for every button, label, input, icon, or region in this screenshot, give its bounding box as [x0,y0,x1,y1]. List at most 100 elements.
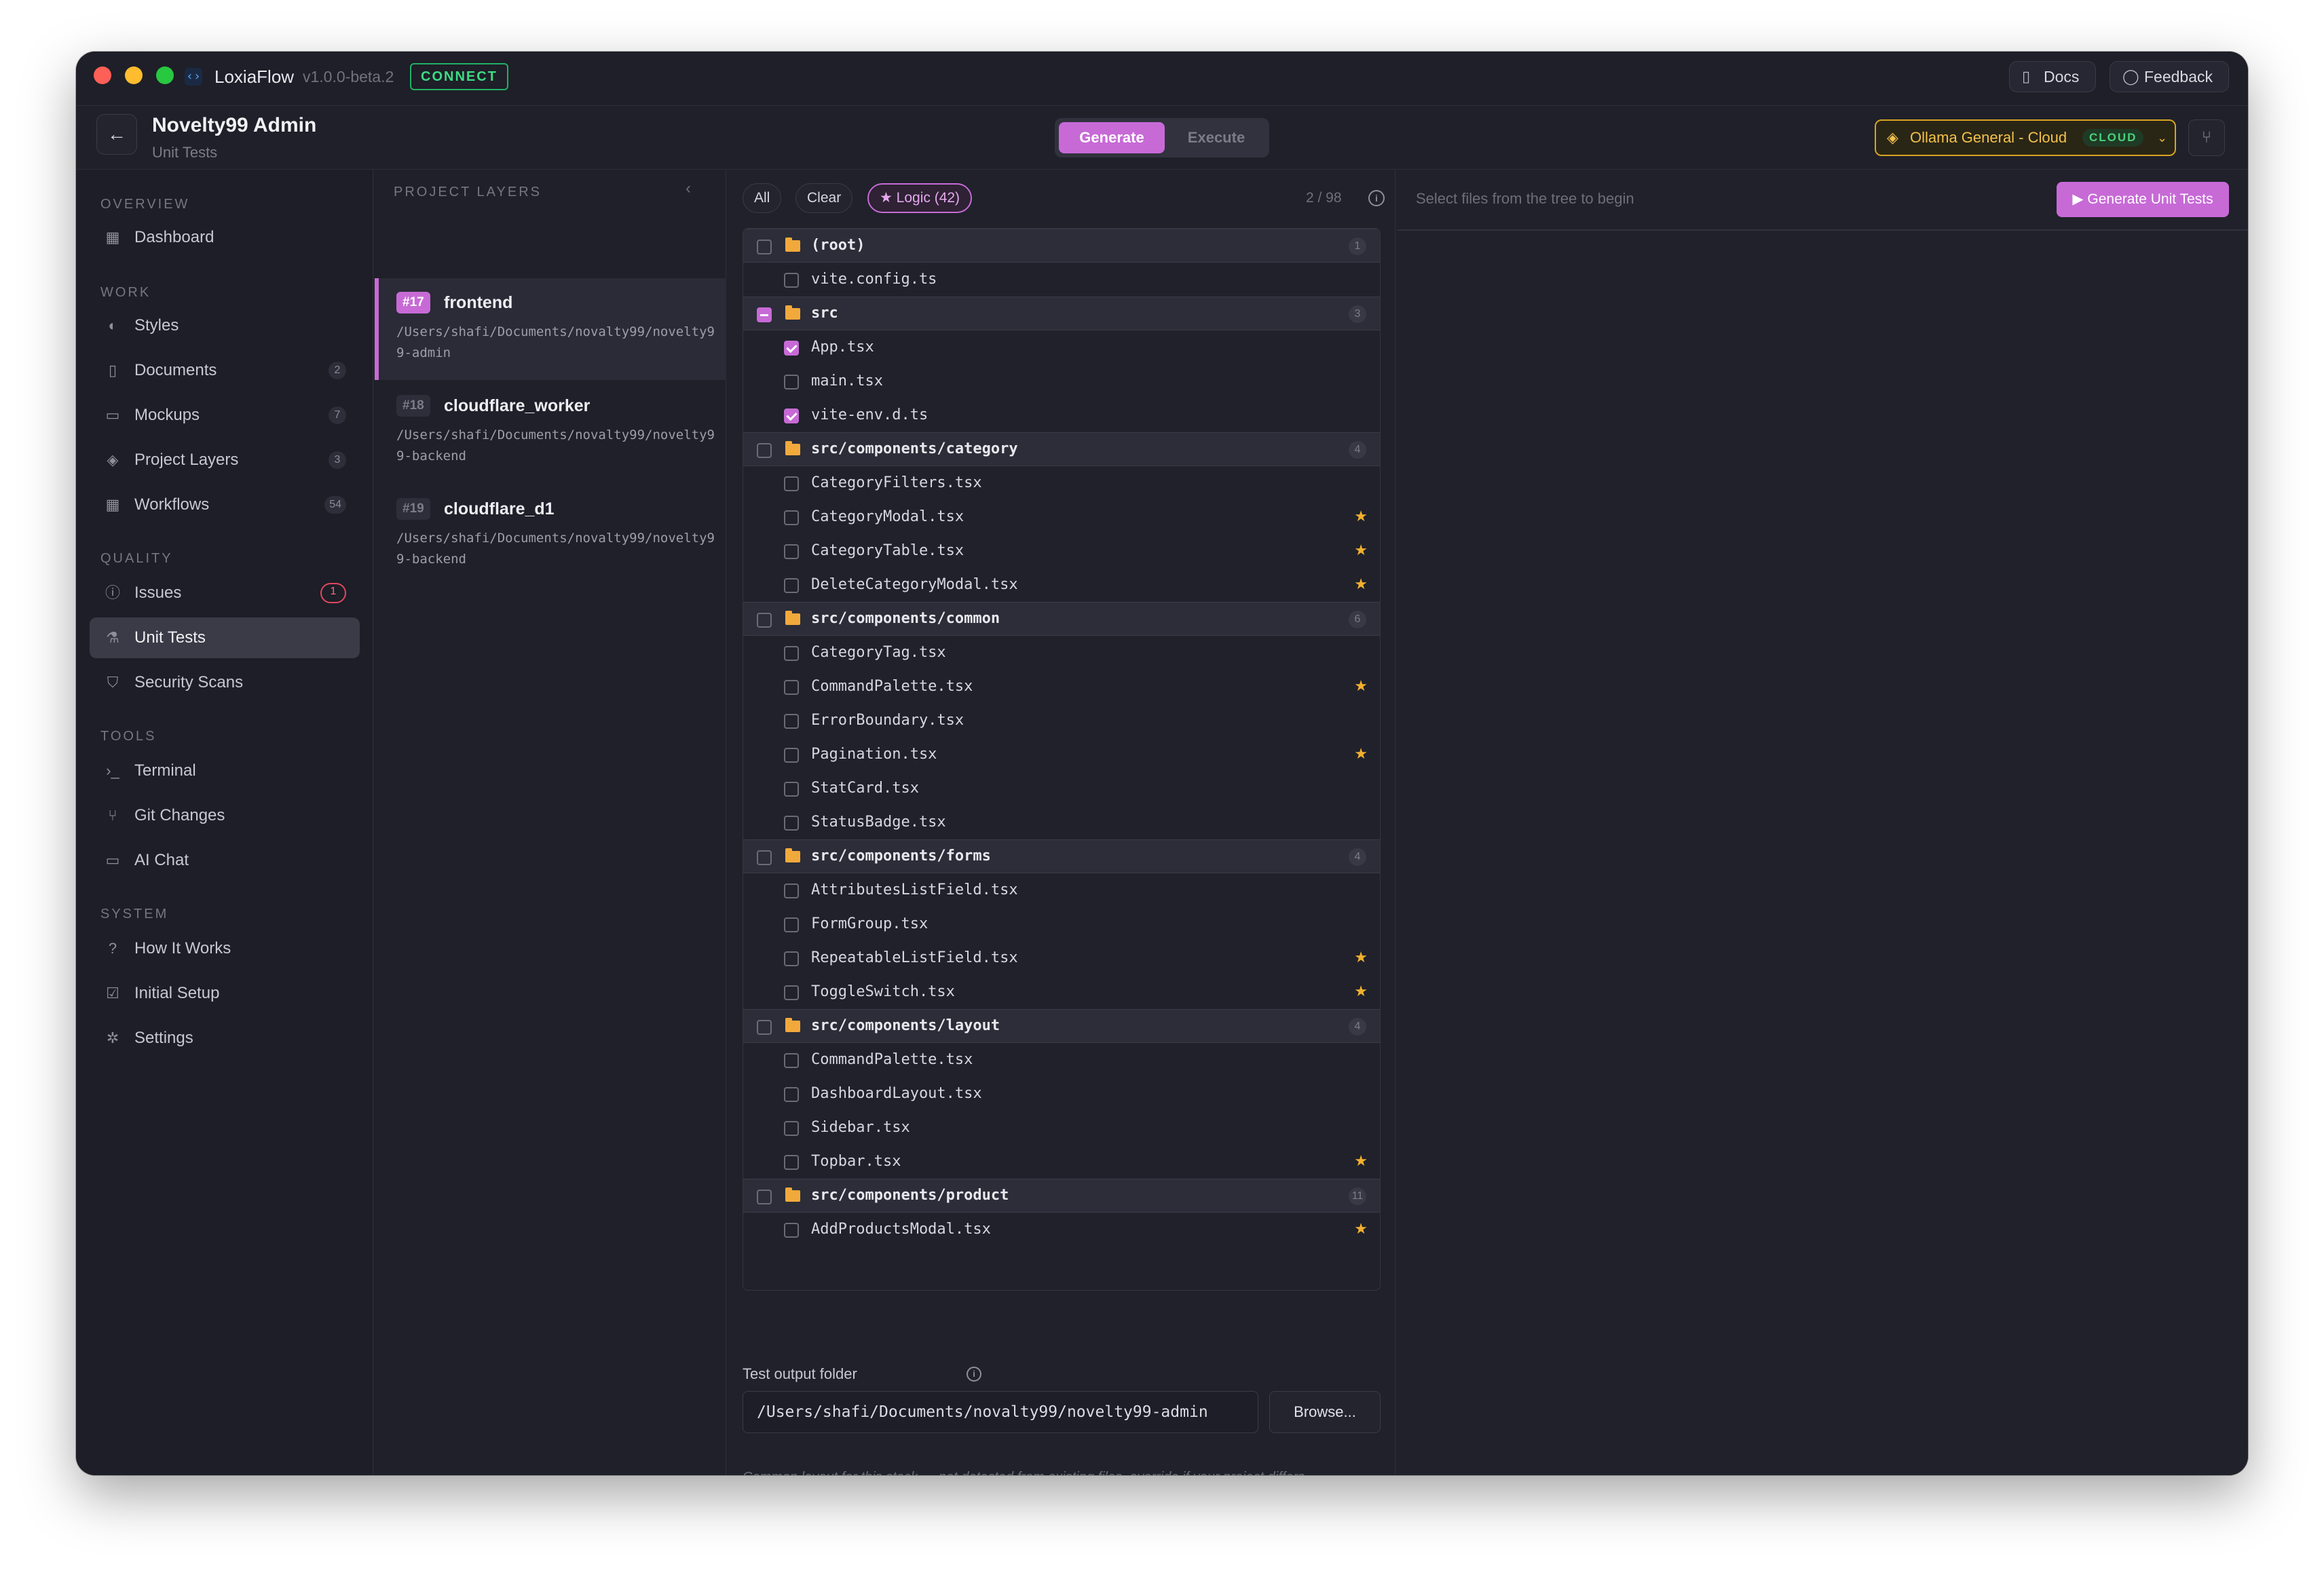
tree-file-row[interactable]: CategoryModal.tsx ★ [743,500,1380,534]
tree-folder-row[interactable]: src 3 [743,297,1380,330]
tree-file-row[interactable]: AddProductsModal.tsx ★ [743,1213,1380,1247]
checkbox[interactable] [784,578,799,593]
git-branch-button[interactable]: ⑂ [2188,119,2225,156]
tree-file-row[interactable]: Pagination.tsx ★ [743,738,1380,772]
checkbox[interactable] [757,307,772,322]
checkbox[interactable] [784,985,799,1000]
sidebar-item-workflows[interactable]: ▦ Workflows 54 [90,484,360,525]
sidebar-item-unit-tests[interactable]: ⚗ Unit Tests [90,618,360,658]
minimize-window-button[interactable] [125,66,143,84]
checkbox[interactable] [784,375,799,390]
checkbox[interactable] [757,240,772,254]
tree-file-row[interactable]: App.tsx [743,330,1380,364]
model-select[interactable]: ◈ Ollama General - Cloud CLOUD ⌄ [1875,119,2176,156]
tree-file-row[interactable]: DeleteCategoryModal.tsx ★ [743,568,1380,602]
tree-file-row[interactable]: vite.config.ts [743,263,1380,297]
sidebar-item-how-it-works[interactable]: ? How It Works [90,928,360,969]
checkbox[interactable] [784,680,799,695]
feedback-button[interactable]: ◯ Feedback [2110,61,2229,92]
connect-button[interactable]: CONNECT [410,63,508,90]
tree-file-row[interactable]: CategoryTag.tsx [743,636,1380,670]
checkbox[interactable] [784,408,799,423]
sidebar-item-documents[interactable]: ▯ Documents 2 [90,350,360,391]
sidebar-item-mockups[interactable]: ▭ Mockups 7 [90,395,360,436]
checkbox[interactable] [757,443,772,458]
checkbox[interactable] [784,341,799,356]
tree-file-row[interactable]: StatCard.tsx [743,772,1380,805]
tree-file-row[interactable]: AttributesListField.tsx [743,873,1380,907]
checkbox[interactable] [784,273,799,288]
checkbox[interactable] [784,917,799,932]
collapse-panel-button[interactable]: ‹ [686,179,691,198]
checkbox[interactable] [784,1087,799,1102]
checkbox[interactable] [757,850,772,865]
checkbox[interactable] [784,748,799,763]
tree-file-row[interactable]: DashboardLayout.tsx [743,1077,1380,1111]
tree-folder-row[interactable]: src/components/layout 4 [743,1009,1380,1043]
checkbox[interactable] [757,1020,772,1035]
tree-folder-row[interactable]: src/components/common 6 [743,602,1380,636]
checkbox[interactable] [757,613,772,628]
filter-clear-chip[interactable]: Clear [795,183,853,213]
tree-folder-row[interactable]: src/components/forms 4 [743,839,1380,873]
tree-file-row[interactable]: FormGroup.tsx [743,907,1380,941]
checkbox[interactable] [784,1155,799,1170]
generate-mode-button[interactable]: Generate [1059,122,1165,153]
sidebar-item-dashboard[interactable]: ▦ Dashboard [90,217,360,258]
checkbox[interactable] [757,1190,772,1204]
browse-button[interactable]: Browse... [1269,1391,1381,1433]
sidebar-item-initial-setup[interactable]: ☑ Initial Setup [90,973,360,1014]
tree-file-row[interactable]: Topbar.tsx ★ [743,1145,1380,1179]
sidebar-item-git-changes[interactable]: ⑂ Git Changes [90,795,360,836]
output-folder-label: Test output folder [743,1365,857,1382]
tree-file-row[interactable]: Sidebar.tsx [743,1111,1380,1145]
layer-card-cloudflare-worker[interactable]: #18 cloudflare_worker /Users/shafi/Docum… [375,381,726,483]
checkbox[interactable] [784,1121,799,1136]
tree-file-row[interactable]: CommandPalette.tsx [743,1043,1380,1077]
sidebar-item-settings[interactable]: ✲ Settings [90,1018,360,1059]
filter-logic-chip[interactable]: ★ Logic (42) [867,183,973,213]
output-folder-input[interactable]: /Users/shafi/Documents/novalty99/novelty… [743,1391,1258,1433]
tree-file-row[interactable]: vite-env.d.ts [743,398,1380,432]
tree-file-row[interactable]: main.tsx [743,364,1380,398]
checkbox[interactable] [784,714,799,729]
sidebar-item-security-scans[interactable]: ⛉ Security Scans [90,662,360,703]
checkbox[interactable] [784,816,799,831]
info-icon[interactable]: i [967,1367,981,1382]
checkbox[interactable] [784,544,799,559]
maximize-window-button[interactable] [156,66,174,84]
layer-card-cloudflare-d1[interactable]: #19 cloudflare_d1 /Users/shafi/Documents… [375,484,726,586]
sidebar-item-label: Styles [134,316,179,335]
back-button[interactable]: ← [96,114,137,155]
checkbox[interactable] [784,476,799,491]
sidebar-item-terminal[interactable]: ›_ Terminal [90,750,360,791]
execute-mode-button[interactable]: Execute [1167,122,1265,153]
checkbox[interactable] [784,951,799,966]
tree-file-row[interactable]: CommandPalette.tsx ★ [743,670,1380,704]
checkbox[interactable] [784,510,799,525]
sidebar-item-issues[interactable]: ⓘ Issues 1 [90,573,360,613]
docs-button[interactable]: ▯ Docs [2009,61,2096,92]
tree-folder-row[interactable]: (root) 1 [743,229,1380,263]
filter-all-chip[interactable]: All [743,183,782,213]
generate-unit-tests-button[interactable]: ▶ Generate Unit Tests [2057,182,2229,217]
tree-file-row[interactable]: ErrorBoundary.tsx [743,704,1380,738]
checkbox[interactable] [784,1223,799,1238]
checkbox[interactable] [784,782,799,797]
sidebar-item-ai-chat[interactable]: ▭ AI Chat [90,840,360,881]
tree-file-row[interactable]: StatusBadge.tsx [743,805,1380,839]
layer-card-frontend[interactable]: #17 frontend /Users/shafi/Documents/nova… [375,278,726,380]
tree-folder-row[interactable]: src/components/category 4 [743,432,1380,466]
tree-folder-row[interactable]: src/components/product 11 [743,1179,1380,1213]
info-icon[interactable]: i [1368,190,1385,206]
sidebar-item-project-layers[interactable]: ◈ Project Layers 3 [90,440,360,480]
checkbox[interactable] [784,884,799,898]
tree-file-row[interactable]: CategoryTable.tsx ★ [743,534,1380,568]
tree-file-row[interactable]: CategoryFilters.tsx [743,466,1380,500]
tree-file-row[interactable]: ToggleSwitch.tsx ★ [743,975,1380,1009]
checkbox[interactable] [784,1053,799,1068]
sidebar-item-styles[interactable]: ◐ Styles [90,305,360,346]
checkbox[interactable] [784,646,799,661]
close-window-button[interactable] [94,66,111,84]
tree-file-row[interactable]: RepeatableListField.tsx ★ [743,941,1380,975]
